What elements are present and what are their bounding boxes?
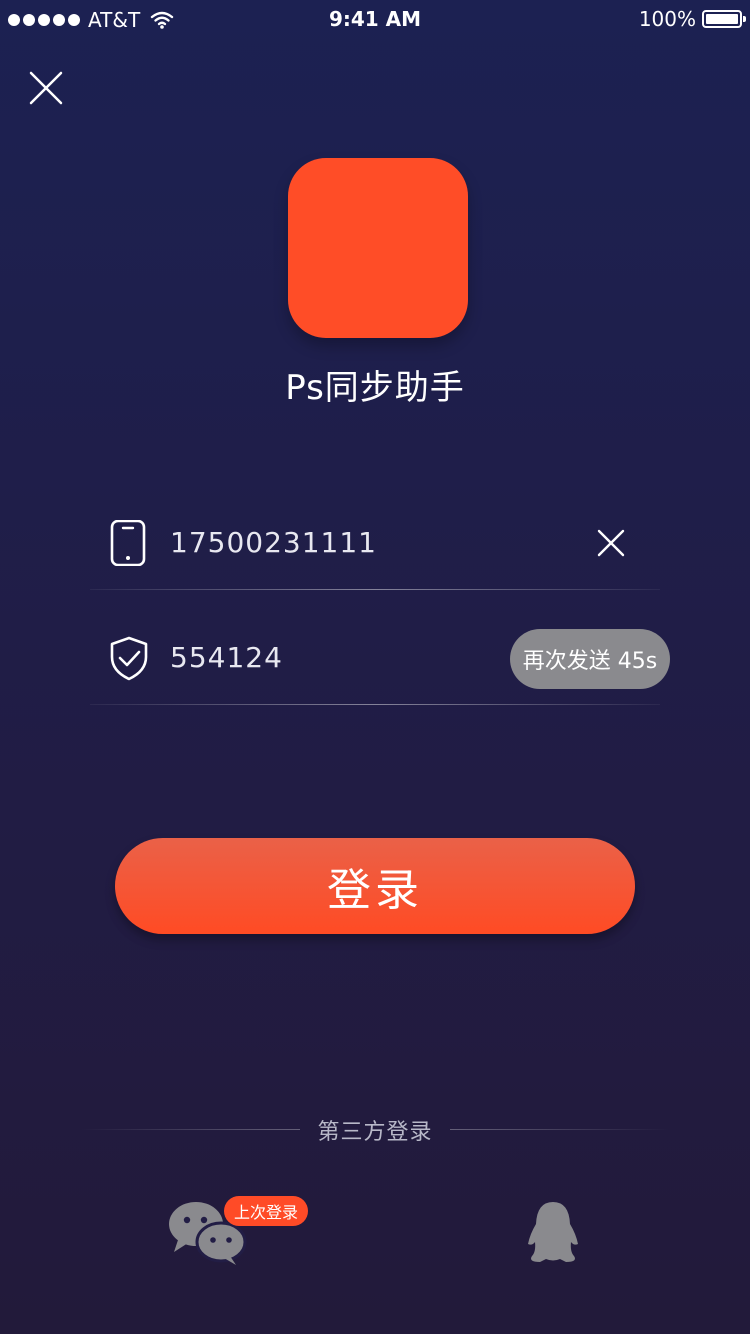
last-login-badge: 上次登录	[224, 1196, 309, 1226]
third-party-label: 第三方登录	[317, 1120, 433, 1145]
code-input[interactable]: 554124	[170, 641, 283, 674]
status-time: 9:41 AM	[328, 7, 422, 31]
phone-input[interactable]: 17500231111	[170, 526, 377, 559]
code-divider	[90, 704, 660, 705]
app-name: Ps同步助手	[285, 368, 465, 408]
shield-check-icon	[110, 636, 148, 681]
clear-phone-icon[interactable]	[596, 528, 626, 558]
third-party-divider-right	[450, 1129, 670, 1130]
third-party-section: 第三方登录	[80, 1112, 670, 1146]
phone-field[interactable]: 17500231111	[90, 500, 660, 590]
code-field[interactable]: 554124 再次发送 45s	[90, 615, 670, 705]
phone-icon	[110, 520, 146, 566]
login-button[interactable]: 登录	[115, 838, 635, 934]
battery-icon	[702, 10, 746, 28]
close-icon[interactable]	[28, 70, 64, 106]
qq-login-icon[interactable]	[524, 1200, 582, 1266]
app-logo	[288, 158, 468, 338]
battery-percentage: 100%	[638, 7, 696, 31]
phone-divider	[90, 589, 660, 590]
resend-code-button[interactable]: 再次发送 45s	[510, 629, 670, 689]
status-right: 100%	[638, 7, 746, 31]
status-bar: AT&T 9:41 AM 100%	[0, 0, 750, 40]
